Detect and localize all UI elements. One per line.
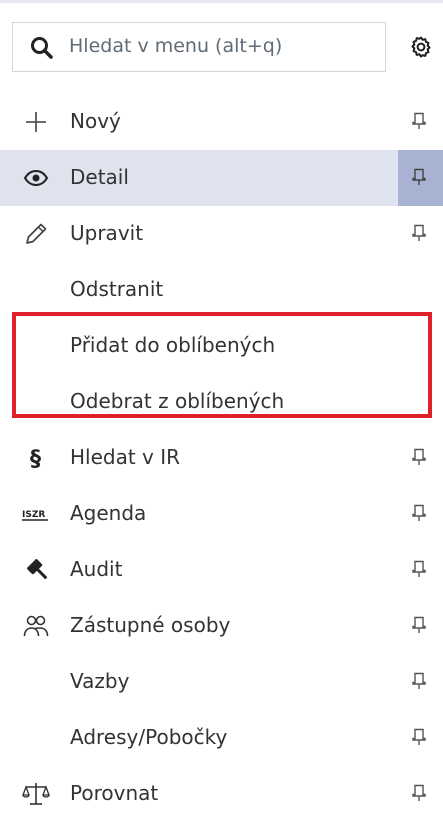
menu-item-label: Audit xyxy=(70,557,123,581)
pin-icon xyxy=(412,168,426,185)
menu-item-upravit[interactable]: Upravit xyxy=(0,206,443,262)
pin-icon xyxy=(412,784,426,801)
people-icon xyxy=(23,615,49,637)
pin-button[interactable] xyxy=(398,710,443,766)
menu-item-label: Detail xyxy=(70,165,129,189)
pin-icon xyxy=(412,616,426,633)
iszr-icon: ISZR xyxy=(22,510,48,521)
search-input[interactable]: Hledat v menu (alt+q) xyxy=(12,22,386,72)
plus-icon xyxy=(26,112,46,132)
menu-item-adresy-pobocky[interactable]: Adresy/Pobočky xyxy=(0,710,443,766)
menu-item-zastupne-osoby[interactable]: Zástupné osoby xyxy=(0,598,443,654)
menu-item-label: Porovnat xyxy=(70,781,159,805)
menu-item-label: Vazby xyxy=(70,669,130,693)
menu-item-label: Adresy/Pobočky xyxy=(70,725,228,749)
pin-icon xyxy=(412,504,426,521)
menu-item-novy[interactable]: Nový xyxy=(0,94,443,150)
pencil-icon xyxy=(26,223,47,244)
pin-icon xyxy=(412,224,426,241)
search-icon xyxy=(31,37,53,59)
pin-button[interactable] xyxy=(398,430,443,486)
menu-item-label: Odstranit xyxy=(70,277,164,301)
menu-item-label: Zástupné osoby xyxy=(70,613,231,637)
pin-icon xyxy=(412,728,426,745)
pin-button[interactable] xyxy=(398,766,443,822)
gavel-icon xyxy=(27,559,48,580)
pin-button[interactable] xyxy=(398,654,443,710)
menu-search-row: Hledat v menu (alt+q) xyxy=(0,0,443,94)
pin-button[interactable] xyxy=(398,598,443,654)
eye-icon xyxy=(23,169,49,187)
menu-item-agenda[interactable]: ISZR Agenda xyxy=(0,486,443,542)
menu-item-label: Nový xyxy=(70,109,121,133)
menu-item-detail[interactable]: Detail xyxy=(0,150,443,206)
menu-item-odebrat-z-oblibenych[interactable]: Odebrat z oblíbených xyxy=(0,374,443,430)
menu-item-audit[interactable]: Audit xyxy=(0,542,443,598)
menu-item-label: Hledat v IR xyxy=(70,445,181,469)
context-menu: Nový Detail Upravit Odstranit Přidat do … xyxy=(0,94,443,822)
pin-button[interactable] xyxy=(398,542,443,598)
pin-icon xyxy=(412,672,426,689)
pin-icon xyxy=(412,112,426,129)
menu-item-odstranit[interactable]: Odstranit xyxy=(0,262,443,318)
search-placeholder: Hledat v menu (alt+q) xyxy=(69,35,283,57)
pin-button[interactable] xyxy=(398,150,443,206)
pin-icon xyxy=(412,560,426,577)
paragraph-icon: § xyxy=(30,447,41,472)
pin-button[interactable] xyxy=(398,486,443,542)
pin-button[interactable] xyxy=(398,94,443,150)
menu-item-vazby[interactable]: Vazby xyxy=(0,654,443,710)
menu-item-hledat-v-ir[interactable]: § Hledat v IR xyxy=(0,430,443,486)
pin-button[interactable] xyxy=(398,206,443,262)
pin-icon xyxy=(412,448,426,465)
menu-item-porovnat[interactable]: Porovnat xyxy=(0,766,443,822)
iszr-icon-text: ISZR xyxy=(22,510,45,520)
menu-item-pridat-do-oblibenych[interactable]: Přidat do oblíbených xyxy=(0,318,443,374)
menu-item-label: Agenda xyxy=(70,501,147,525)
svg-text:§: § xyxy=(30,447,41,472)
menu-item-label: Přidat do oblíbených xyxy=(70,333,276,357)
menu-item-label: Odebrat z oblíbených xyxy=(70,389,285,413)
menu-item-label: Upravit xyxy=(70,221,144,245)
gear-icon[interactable] xyxy=(409,35,433,59)
scales-icon xyxy=(22,783,50,805)
